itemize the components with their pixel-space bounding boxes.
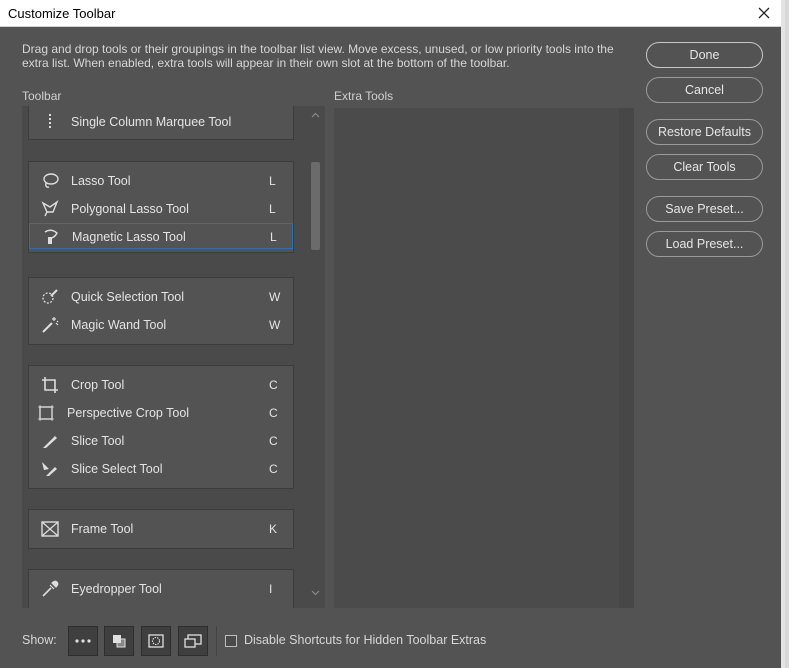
show-screen-mode-button[interactable] [178, 626, 208, 656]
lasso-icon [43, 173, 59, 188]
crop-icon [42, 377, 58, 393]
tool-item-eyedropper[interactable]: Eyedropper Tool I [29, 576, 293, 602]
tool-name: Single Column Marquee Tool [71, 115, 232, 129]
more-icon [75, 639, 91, 643]
tool-name: Quick Selection Tool [71, 290, 185, 304]
tool-name: Magic Wand Tool [71, 318, 167, 332]
extra-tools-scrollbar-track [619, 108, 634, 608]
tool-shortcut: L [269, 174, 276, 188]
tool-name: Eyedropper Tool [71, 582, 162, 596]
magnetic-lasso-icon [44, 229, 58, 244]
tool-item-magic-wand[interactable]: Magic Wand Tool W [29, 312, 293, 338]
show-label: Show: [22, 633, 57, 647]
disable-shortcuts-checkbox[interactable] [225, 635, 237, 647]
scroll-up-button[interactable] [306, 112, 325, 124]
tool-shortcut: C [269, 378, 278, 392]
toolbar-list-label: Toolbar [22, 89, 62, 103]
slice-icon [43, 436, 57, 448]
tool-item-frame[interactable]: Frame Tool K [29, 516, 293, 542]
tool-item-single-column-marquee[interactable]: Single Column Marquee Tool [29, 109, 293, 135]
done-button[interactable]: Done [646, 42, 763, 68]
tool-group[interactable]: Crop Tool C Perspective Crop Tool C Slic… [28, 365, 294, 489]
customize-toolbar-dialog: Customize Toolbar Drag and drop tools or… [0, 0, 785, 668]
tool-shortcut: C [269, 406, 278, 420]
slice-select-icon [42, 462, 57, 476]
perspective-crop-icon [38, 405, 54, 421]
chevron-up-icon [311, 112, 320, 118]
chevron-down-icon [311, 590, 320, 596]
scrollbar-thumb[interactable] [311, 162, 320, 250]
tool-group[interactable]: Frame Tool K [28, 509, 294, 549]
quick-mask-icon [148, 634, 164, 648]
close-button[interactable] [751, 2, 777, 24]
show-foreground-background-button[interactable] [104, 626, 134, 656]
eyedropper-icon [42, 580, 59, 597]
divider [216, 626, 217, 656]
tool-item-lasso[interactable]: Lasso Tool L [29, 168, 293, 194]
tool-group[interactable]: Lasso Tool L Polygonal Lasso Tool L Magn… [28, 161, 294, 253]
cancel-button[interactable]: Cancel [646, 77, 763, 103]
tool-item-magnetic-lasso[interactable]: Magnetic Lasso Tool L [29, 223, 293, 249]
tool-shortcut: C [269, 434, 278, 448]
disable-shortcuts-label[interactable]: Disable Shortcuts for Hidden Toolbar Ext… [244, 633, 486, 647]
tool-name: Lasso Tool [71, 174, 131, 188]
tool-name: Magnetic Lasso Tool [72, 230, 186, 244]
tool-shortcut: W [269, 318, 281, 332]
tool-group[interactable]: Eyedropper Tool I [28, 569, 294, 608]
window-title: Customize Toolbar [8, 6, 116, 21]
toolbar-list[interactable]: Single Column Marquee Tool Lasso Tool L … [22, 106, 325, 608]
tool-name: Polygonal Lasso Tool [71, 202, 189, 216]
tool-item-quick-selection[interactable]: Quick Selection Tool W [29, 284, 293, 310]
toolbar-list-scrollbar[interactable] [306, 106, 325, 608]
show-extra-tools-button[interactable] [68, 626, 98, 656]
tool-item-polygonal-lasso[interactable]: Polygonal Lasso Tool L [29, 196, 293, 222]
foreground-background-icon [113, 635, 126, 648]
tool-name: Frame Tool [71, 522, 134, 536]
tool-item-perspective-crop[interactable]: Perspective Crop Tool C [29, 400, 293, 426]
save-preset-button[interactable]: Save Preset... [646, 196, 763, 222]
tool-shortcut: K [269, 522, 278, 536]
window-border [781, 0, 785, 668]
scroll-down-button[interactable] [306, 590, 325, 602]
tool-shortcut: I [269, 582, 273, 596]
single-column-marquee-icon [49, 114, 51, 130]
polygonal-lasso-icon [41, 200, 59, 217]
tool-group[interactable]: Single Column Marquee Tool [28, 106, 294, 140]
tool-item-crop[interactable]: Crop Tool C [29, 372, 293, 398]
magic-wand-icon [42, 317, 59, 333]
tool-name: Crop Tool [71, 378, 125, 392]
instructions-text: Drag and drop tools or their groupings i… [22, 42, 614, 70]
dialog-footer: Show: Disable Shortcuts for Hidden Toolb… [0, 618, 785, 668]
tool-shortcut: L [269, 202, 276, 216]
frame-icon [41, 521, 59, 537]
tool-name: Slice Tool [71, 434, 125, 448]
tool-item-slice[interactable]: Slice Tool C [29, 428, 293, 454]
tool-shortcut: L [270, 230, 277, 244]
quick-selection-icon [42, 289, 58, 304]
extra-tools-label: Extra Tools [334, 89, 394, 103]
screen-mode-icon [184, 634, 202, 648]
close-icon [758, 7, 770, 19]
restore-defaults-button[interactable]: Restore Defaults [646, 119, 763, 145]
tool-shortcut: C [269, 462, 278, 476]
tool-group[interactable]: Quick Selection Tool W Magic Wand Tool W [28, 277, 294, 345]
tool-shortcut: W [269, 290, 281, 304]
extra-tools-list[interactable] [334, 108, 634, 608]
clear-tools-button[interactable]: Clear Tools [646, 154, 763, 180]
tool-item-slice-select[interactable]: Slice Select Tool C [29, 456, 293, 482]
tool-name: Slice Select Tool [71, 462, 163, 476]
tool-name: Perspective Crop Tool [67, 406, 190, 420]
title-bar: Customize Toolbar [0, 0, 785, 27]
show-quick-mask-button[interactable] [141, 626, 171, 656]
load-preset-button[interactable]: Load Preset... [646, 231, 763, 257]
